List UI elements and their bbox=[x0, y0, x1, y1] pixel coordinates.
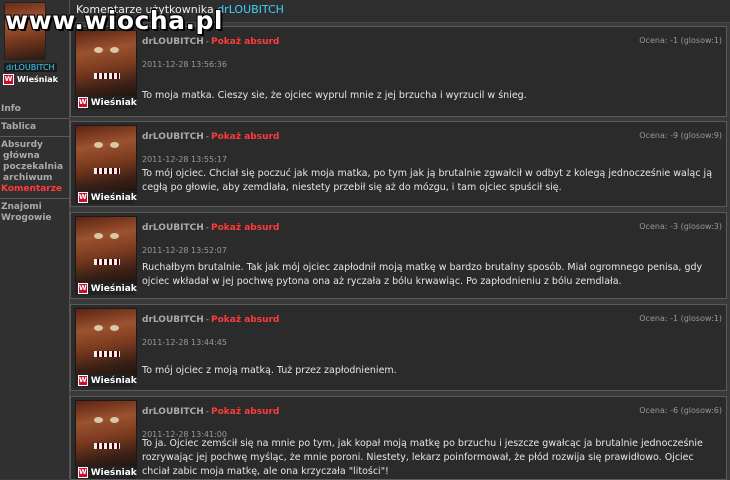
comment-avatar[interactable] bbox=[75, 216, 137, 285]
show-absurd-link[interactable]: Pokaż absurd bbox=[211, 132, 279, 142]
comment-item: W Wieśniak drLOUBITCH - Pokaż absurd 2011-1… bbox=[70, 396, 727, 480]
menu-item-tablica[interactable]: Tablica bbox=[0, 122, 69, 133]
menu-divider bbox=[0, 118, 69, 119]
menu-divider bbox=[0, 136, 69, 137]
comment-author-line: drLOUBITCH - Pokaż absurd bbox=[142, 223, 280, 233]
header-username-link[interactable]: drLOUBITCH bbox=[217, 3, 284, 16]
comment-date: 2011-12-28 13:56:36 bbox=[142, 60, 227, 69]
comment-author-line: drLOUBITCH - Pokaż absurd bbox=[142, 407, 280, 417]
comment-text: To mój ojciec z moją matką. Tuż przez za… bbox=[142, 365, 397, 376]
comment-date: 2011-12-28 13:44:45 bbox=[142, 338, 227, 347]
site-watermark: www.wiocha.pl bbox=[5, 6, 223, 35]
comment-author[interactable]: drLOUBITCH bbox=[142, 407, 204, 417]
sidebar-menu: Info Tablica Absurdy główna poczekalnia … bbox=[0, 104, 69, 224]
profile-username[interactable]: drLOUBITCH bbox=[4, 63, 57, 72]
show-absurd-link[interactable]: Pokaż absurd bbox=[211, 223, 279, 233]
comment-text: To ja. Ojciec zemścił się na mnie po tym… bbox=[142, 438, 703, 477]
comment-author-line: drLOUBITCH - Pokaż absurd bbox=[142, 315, 280, 325]
comment-item: W Wieśniak drLOUBITCH - Pokaż absurd 2011-1… bbox=[70, 304, 727, 391]
menu-item-glowna[interactable]: główna bbox=[0, 151, 69, 162]
comment-item: W Wieśniak drLOUBITCH - Pokaż absurd 2011-1… bbox=[70, 26, 727, 117]
comment-text: To mój ojciec. Chciał się poczuć jak moj… bbox=[142, 168, 713, 193]
comment-rank: W Wieśniak bbox=[75, 96, 137, 109]
comment-score: Ocena: -6 (glosow:6) bbox=[639, 406, 722, 415]
rank-icon: W bbox=[78, 283, 88, 294]
menu-item-absurdy[interactable]: Absurdy bbox=[0, 140, 69, 151]
menu-divider bbox=[0, 198, 69, 199]
comment-rank: W Wieśniak bbox=[75, 282, 137, 295]
rank-icon: W bbox=[78, 467, 88, 478]
comment-avatar[interactable] bbox=[75, 30, 137, 99]
comment-score: Ocena: -1 (glosow:1) bbox=[639, 314, 722, 323]
comment-date: 2011-12-28 13:55:17 bbox=[142, 155, 227, 164]
comment-score: Ocena: -1 (glosow:1) bbox=[639, 36, 722, 45]
menu-item-poczekalnia[interactable]: poczekalnia bbox=[0, 162, 69, 173]
rank-icon: W bbox=[78, 192, 88, 203]
menu-item-znajomi[interactable]: Znajomi bbox=[0, 202, 69, 213]
comment-avatar[interactable] bbox=[75, 308, 137, 377]
menu-item-info[interactable]: Info bbox=[0, 104, 69, 115]
rank-icon: W bbox=[78, 375, 88, 386]
comment-rank-label: Wieśniak bbox=[90, 97, 137, 108]
menu-item-wrogowie[interactable]: Wrogowie bbox=[0, 213, 69, 224]
comment-rank-label: Wieśniak bbox=[90, 192, 137, 203]
comment-text: To moja matka. Cieszy sie, że ojciec wyp… bbox=[142, 90, 527, 101]
sidebar: drLOUBITCH W Wieśniak Info Tablica Absur… bbox=[0, 0, 70, 479]
comment-text: Ruchałbym brutalnie. Tak jak mój ojciec … bbox=[142, 262, 703, 287]
comment-rank: W Wieśniak bbox=[75, 466, 137, 479]
show-absurd-link[interactable]: Pokaż absurd bbox=[211, 407, 279, 417]
comment-rank-label: Wieśniak bbox=[90, 283, 137, 294]
comment-score: Ocena: -9 (glosow:9) bbox=[639, 131, 722, 140]
comment-rank-label: Wieśniak bbox=[90, 375, 137, 386]
comment-date: 2011-12-28 13:52:07 bbox=[142, 246, 227, 255]
comment-author[interactable]: drLOUBITCH bbox=[142, 223, 204, 233]
profile-rank: W Wieśniak bbox=[3, 74, 58, 85]
comment-score: Ocena: -3 (glosow:3) bbox=[639, 222, 722, 231]
comment-item: W Wieśniak drLOUBITCH - Pokaż absurd 2011-1… bbox=[70, 121, 727, 207]
comment-author[interactable]: drLOUBITCH bbox=[142, 132, 204, 142]
menu-item-komentarze[interactable]: Komentarze bbox=[0, 184, 69, 195]
comment-author[interactable]: drLOUBITCH bbox=[142, 37, 204, 47]
comment-rank-label: Wieśniak bbox=[90, 467, 137, 478]
rank-icon: W bbox=[3, 74, 14, 85]
show-absurd-link[interactable]: Pokaż absurd bbox=[211, 315, 279, 325]
comment-rank: W Wieśniak bbox=[75, 374, 137, 387]
show-absurd-link[interactable]: Pokaż absurd bbox=[211, 37, 279, 47]
comment-author[interactable]: drLOUBITCH bbox=[142, 315, 204, 325]
comment-rank: W Wieśniak bbox=[75, 191, 137, 204]
comment-author-line: drLOUBITCH - Pokaż absurd bbox=[142, 37, 280, 47]
menu-item-archiwum[interactable]: archiwum bbox=[0, 173, 69, 184]
comment-avatar[interactable] bbox=[75, 125, 137, 194]
comment-author-line: drLOUBITCH - Pokaż absurd bbox=[142, 132, 280, 142]
rank-icon: W bbox=[78, 97, 88, 108]
comment-avatar[interactable] bbox=[75, 400, 137, 469]
profile-rank-label: Wieśniak bbox=[17, 75, 58, 84]
comment-item: W Wieśniak drLOUBITCH - Pokaż absurd 2011-1… bbox=[70, 212, 727, 299]
